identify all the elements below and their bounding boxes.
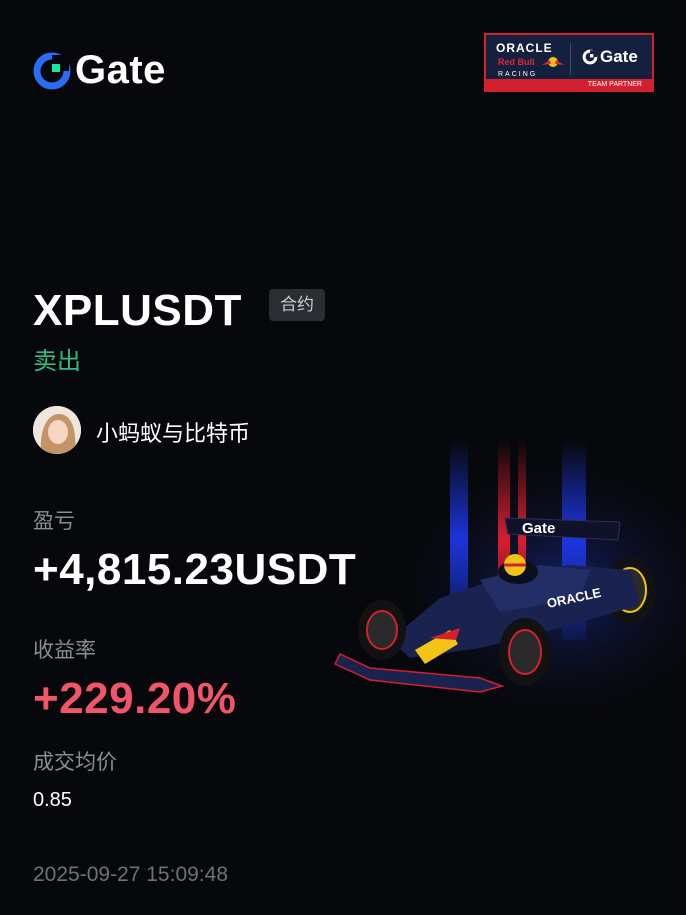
trading-pair: XPLUSDT — [33, 286, 242, 335]
red-bull-racing-partner-badge: ORACLE Red Bull RACING Gate TEAM PARTNER — [484, 33, 654, 92]
rear-wing-text: Gate — [522, 520, 555, 537]
contract-tag: 合约 — [269, 289, 325, 321]
username: 小蚂蚁与比特币 — [96, 421, 251, 446]
badge-divider — [570, 43, 571, 75]
avg-price-label: 成交均价 — [33, 751, 117, 774]
partner-gate-text: Gate — [600, 47, 638, 66]
oracle-text: ORACLE — [496, 41, 553, 55]
red-bull-f1-car-image: Gate ORACLE — [330, 430, 686, 720]
timestamp: 2025-09-27 15:09:48 — [33, 863, 228, 886]
racing-text: RACING — [498, 71, 538, 78]
gate-logo-icon — [33, 52, 71, 89]
pnl-value: +4,815.23USDT — [33, 545, 357, 594]
roi-label: 收益率 — [33, 639, 96, 662]
avatar-image — [33, 406, 81, 454]
trade-side: 卖出 — [33, 348, 81, 375]
red-bull-icon — [542, 57, 564, 67]
avatar — [33, 406, 81, 454]
avg-price-value: 0.85 — [33, 789, 72, 811]
pnl-label: 盈亏 — [33, 510, 75, 533]
roi-value: +229.20% — [33, 674, 237, 723]
partner-gate-logo: Gate — [582, 47, 638, 67]
gate-logo-text: Gate — [75, 48, 166, 92]
gate-mini-icon — [582, 49, 598, 65]
team-partner-label: TEAM PARTNER — [486, 79, 652, 90]
gate-logo: Gate — [33, 48, 166, 93]
f1-car-illustration: Gate ORACLE — [330, 430, 686, 720]
red-bull-text: Red Bull — [498, 57, 535, 67]
